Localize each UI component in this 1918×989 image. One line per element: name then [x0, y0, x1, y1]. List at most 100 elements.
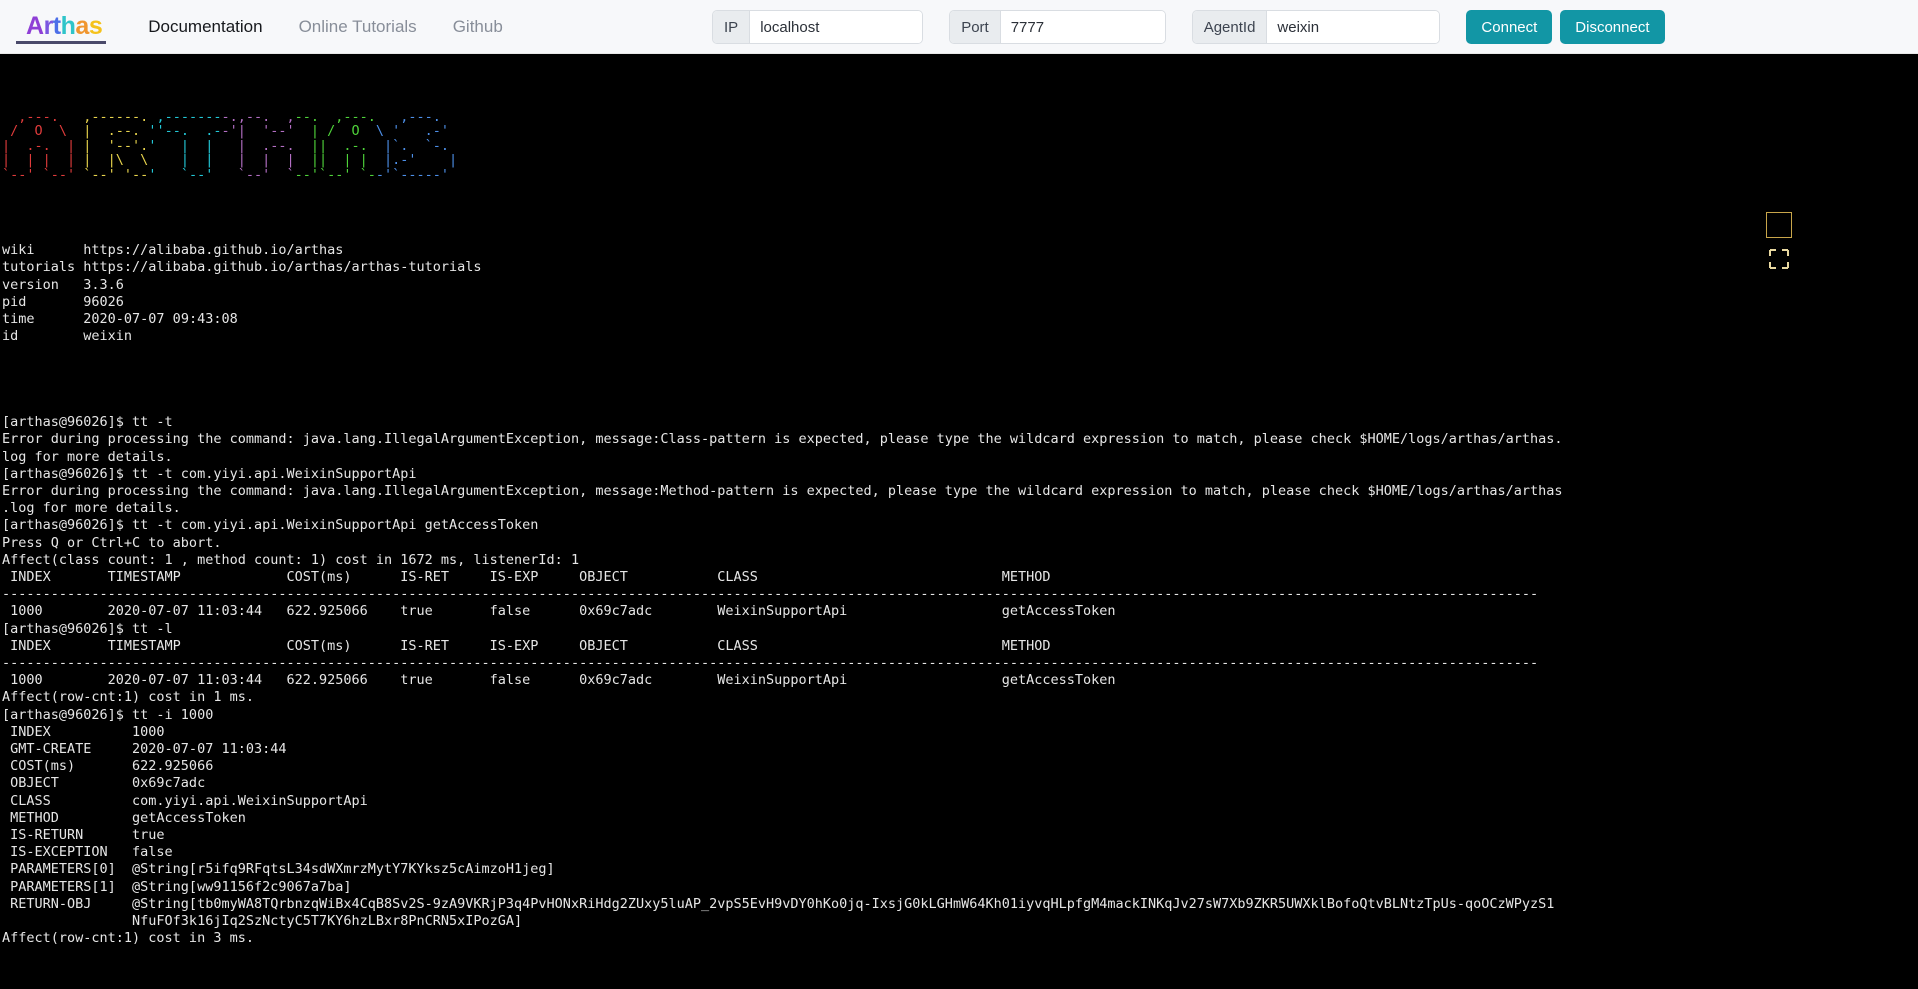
session-info-key: version	[2, 276, 84, 293]
banner-segment: ' `--'	[148, 166, 222, 183]
console-line: INDEX 1000	[2, 723, 165, 740]
banner-segment: --. ,---.	[294, 108, 376, 125]
session-info-key: pid	[2, 293, 84, 310]
agentid-label: AgentId	[1192, 11, 1268, 43]
logo-letter-0: A	[26, 11, 44, 40]
fullscreen-icon[interactable]	[1766, 212, 1792, 270]
session-info-key: time	[2, 311, 84, 327]
console-line: ----------------------------------------…	[2, 586, 1539, 603]
banner-line: / O \ | .--. ''--. .--'| '--' | / O \ ' …	[2, 124, 1918, 139]
arthas-ascii-banner: ,---. ,------. ,--------.,--. ,--. ,---.…	[2, 108, 1918, 183]
ip-input[interactable]	[750, 11, 923, 43]
console-line: Affect(class count: 1 , method count: 1)…	[2, 551, 580, 568]
nav-link-github[interactable]: Github	[453, 17, 503, 37]
console-line: [arthas@96026]$ tt -i 1000	[2, 706, 214, 723]
banner-segment: -.,--. ,	[221, 108, 295, 125]
session-info-value: weixin	[83, 328, 133, 345]
console-line: Affect(row-cnt:1) cost in 1 ms.	[2, 689, 254, 706]
console-line: METHOD getAccessToken	[2, 809, 246, 826]
banner-segment: | .--.	[221, 137, 295, 154]
connection-controls: IP Port AgentId Connect Disconnect	[712, 0, 1665, 54]
session-info-value: https://alibaba.github.io/arthas/arthas-…	[83, 259, 482, 276]
console-line: RETURN-OBJ @String[tb0myWA8TQrbnzqWiBx4C…	[2, 895, 1555, 912]
ip-field-group: IP	[712, 10, 924, 44]
banner-segment: | | |	[221, 152, 295, 169]
session-info-key: wiki	[2, 242, 84, 259]
fullscreen-glyph	[1769, 249, 1789, 270]
banner-segment: |`. `-.	[375, 137, 458, 154]
banner-segment: `--' '--	[75, 166, 149, 183]
banner-segment: || .-.	[294, 137, 376, 154]
banner-segment: -'`-----'	[375, 166, 458, 183]
banner-line: `--' `--' `--' '--' `--' `--' `--'`--' `…	[2, 168, 1918, 183]
console-line: PARAMETERS[0] @String[r5ifq9RFqtsL34sdWX…	[2, 861, 555, 878]
console-line: [arthas@96026]$ tt -l	[2, 620, 173, 637]
banner-segment: ,---.	[2, 108, 76, 125]
console-line: 1000 2020-07-07 11:03:44 622.925066 true…	[2, 672, 1116, 689]
banner-segment: |.-' |	[375, 152, 458, 169]
banner-segment: ,---.	[375, 108, 458, 125]
banner-segment: | | | |	[2, 152, 76, 169]
session-info-row: tutorials https://alibaba.github.io/arth…	[2, 259, 1918, 276]
console-line: COST(ms) 622.925066	[2, 758, 214, 775]
banner-segment: -'| '--'	[221, 123, 295, 140]
console-line: IS-EXCEPTION false	[2, 844, 173, 861]
nav-link-online-tutorials[interactable]: Online Tutorials	[299, 17, 417, 37]
logo-letter-3: h	[60, 11, 76, 40]
logo-letter-1: r	[43, 11, 54, 40]
session-info-value: 3.3.6	[83, 276, 124, 293]
session-info-value: https://alibaba.github.io/arthas	[83, 242, 344, 259]
banner-segment: / O \	[2, 123, 76, 140]
agentid-field-group: AgentId	[1191, 10, 1441, 44]
banner-line: | | | | | |\ \ | | | | | || | | |.-' |	[2, 153, 1918, 168]
banner-segment: | / O	[294, 123, 376, 140]
terminal-output[interactable]: ,---. ,------. ,--------.,--. ,--. ,---.…	[0, 54, 1918, 989]
nav-link-documentation[interactable]: Documentation	[148, 17, 262, 37]
console-lines: [arthas@96026]$ tt -t Error during proces…	[2, 397, 1918, 947]
banner-line: ,---. ,------. ,--------.,--. ,--. ,---.…	[2, 108, 1918, 125]
session-info-row: time 2020-07-07 09:43:08	[2, 311, 1918, 328]
console-line: [arthas@96026]$ tt -t com.yiyi.api.Weixi…	[2, 465, 417, 482]
console-line: PARAMETERS[1] @String[ww91156f2c9067a7ba…	[2, 878, 352, 895]
console-line: CLASS com.yiyi.api.WeixinSupportApi	[2, 792, 368, 809]
session-info-block: wiki https://alibaba.github.io/arthas tut…	[2, 242, 1918, 345]
disconnect-button[interactable]: Disconnect	[1560, 10, 1665, 44]
console-line: log for more details.	[2, 448, 173, 465]
console-line: 1000 2020-07-07 11:03:44 622.925066 true…	[2, 603, 1116, 620]
arthas-logo[interactable]: Arthas	[16, 10, 107, 44]
console-line: Affect(row-cnt:1) cost in 3 ms.	[2, 930, 254, 947]
nav-links: Documentation Online Tutorials Github	[148, 17, 539, 37]
banner-segment: ' | |	[148, 137, 222, 154]
console-line: .log for more details.	[2, 500, 181, 517]
banner-segment: `--' `	[221, 166, 295, 183]
console-line: IS-RETURN true	[2, 827, 165, 844]
banner-segment: ,-------	[148, 108, 222, 125]
banner-segment: ''--. .-	[148, 123, 222, 140]
connect-button[interactable]: Connect	[1466, 10, 1553, 44]
session-info-key: id	[2, 328, 84, 345]
console-line: Error during processing the command: jav…	[2, 431, 1563, 448]
banner-segment: --'`--' `-	[294, 166, 376, 183]
agentid-input[interactable]	[1267, 11, 1440, 43]
console-line: NfuFOf3k16jIq2SzNctyC5T7KY6hzLBxr8PnCRN5…	[2, 913, 523, 930]
session-info-row: wiki https://alibaba.github.io/arthas	[2, 242, 1918, 259]
console-line: [arthas@96026]$ tt -t com.yiyi.api.Weixi…	[2, 517, 539, 534]
port-label: Port	[950, 11, 1001, 43]
console-line: GMT-CREATE 2020-07-07 11:03:44	[2, 741, 287, 758]
console-line: ----------------------------------------…	[2, 655, 1539, 672]
logo-letter-4: a	[75, 11, 89, 40]
session-info-row: pid 96026	[2, 294, 1918, 311]
session-info-value: 2020-07-07 09:43:08	[83, 311, 238, 327]
top-navigation-bar: Arthas Documentation Online Tutorials Gi…	[0, 0, 1918, 54]
banner-segment: | |	[148, 152, 222, 169]
port-input[interactable]	[1000, 11, 1165, 43]
ip-label: IP	[713, 11, 751, 43]
logo-letter-5: s	[88, 11, 103, 40]
session-info-row: version 3.3.6	[2, 277, 1918, 294]
console-line: Press Q or Ctrl+C to abort.	[2, 534, 222, 551]
banner-segment: ,------.	[75, 108, 149, 125]
console-line: OBJECT 0x69c7adc	[2, 775, 206, 792]
session-info-key: tutorials	[2, 259, 84, 276]
banner-segment: | '--'.	[75, 137, 149, 154]
